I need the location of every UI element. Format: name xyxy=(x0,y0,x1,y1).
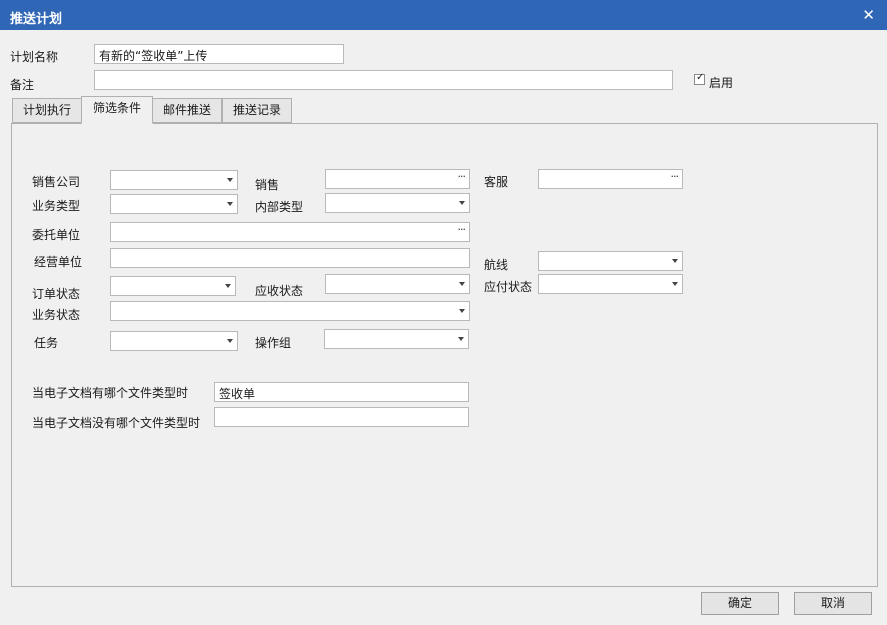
tab-plan-execution[interactable]: 计划执行 xyxy=(12,98,82,123)
tab-push-records[interactable]: 推送记录 xyxy=(222,98,292,123)
operation-group-select[interactable] xyxy=(324,329,469,349)
remark-label: 备注 xyxy=(10,78,35,92)
enabled-label: 启用 xyxy=(709,76,734,90)
doc-missing-type-label: 当电子文档没有哪个文件类型时 xyxy=(32,416,201,430)
check-icon: ✓ xyxy=(696,72,705,83)
customer-service-picker[interactable]: ··· xyxy=(538,169,683,189)
ellipsis-icon[interactable]: ··· xyxy=(671,170,679,183)
order-status-select[interactable] xyxy=(110,276,236,296)
ellipsis-icon[interactable]: ··· xyxy=(458,223,466,236)
ok-button[interactable]: 确定 xyxy=(701,592,779,615)
customer-service-label: 客服 xyxy=(484,175,509,189)
payable-status-select[interactable] xyxy=(538,274,683,294)
doc-missing-type-input[interactable] xyxy=(214,407,469,427)
internal-type-select[interactable] xyxy=(325,193,470,213)
consignor-label: 委托单位 xyxy=(32,228,81,242)
order-status-label: 订单状态 xyxy=(32,287,81,301)
receivable-status-label: 应收状态 xyxy=(255,284,304,298)
chevron-down-icon xyxy=(225,284,231,288)
chevron-down-icon xyxy=(672,259,678,263)
task-select[interactable] xyxy=(110,331,238,351)
sales-label: 销售 xyxy=(255,178,280,192)
business-type-label: 业务类型 xyxy=(32,199,81,213)
chevron-down-icon xyxy=(227,202,233,206)
sales-company-select[interactable] xyxy=(110,170,238,190)
chevron-down-icon xyxy=(227,339,233,343)
internal-type-label: 内部类型 xyxy=(255,200,304,214)
chevron-down-icon xyxy=(672,282,678,286)
sales-picker[interactable]: ··· xyxy=(325,169,470,189)
window-title: 推送计划 xyxy=(10,12,63,27)
doc-has-type-label: 当电子文档有哪个文件类型时 xyxy=(32,386,189,400)
chevron-down-icon xyxy=(459,309,465,313)
tab-email-push[interactable]: 邮件推送 xyxy=(152,98,222,123)
chevron-down-icon xyxy=(227,178,233,182)
task-label: 任务 xyxy=(34,336,59,350)
doc-has-type-input[interactable]: 签收单 xyxy=(214,382,469,402)
chevron-down-icon xyxy=(459,201,465,205)
chevron-down-icon xyxy=(458,337,464,341)
close-icon[interactable]: ✕ xyxy=(862,6,875,24)
consignor-picker[interactable]: ··· xyxy=(110,222,470,242)
remark-input[interactable] xyxy=(94,70,673,90)
ellipsis-icon[interactable]: ··· xyxy=(458,170,466,183)
receivable-status-select[interactable] xyxy=(325,274,470,294)
cancel-button[interactable]: 取消 xyxy=(794,592,872,615)
business-type-select[interactable] xyxy=(110,194,238,214)
route-select[interactable] xyxy=(538,251,683,271)
tab-filter-conditions[interactable]: 筛选条件 xyxy=(81,96,153,124)
plan-name-label: 计划名称 xyxy=(10,50,59,64)
operator-unit-input[interactable] xyxy=(110,248,470,268)
operation-group-label: 操作组 xyxy=(255,336,292,350)
sales-company-label: 销售公司 xyxy=(32,175,81,189)
plan-name-input[interactable]: 有新的“签收单”上传 xyxy=(94,44,344,64)
business-status-label: 业务状态 xyxy=(32,308,81,322)
business-status-select[interactable] xyxy=(110,301,470,321)
payable-status-label: 应付状态 xyxy=(484,280,533,294)
title-bar: 推送计划 ✕ xyxy=(0,0,887,30)
chevron-down-icon xyxy=(459,282,465,286)
operator-unit-label: 经营单位 xyxy=(34,255,83,269)
route-label: 航线 xyxy=(484,258,509,272)
enabled-checkbox[interactable]: ✓ xyxy=(694,72,705,85)
